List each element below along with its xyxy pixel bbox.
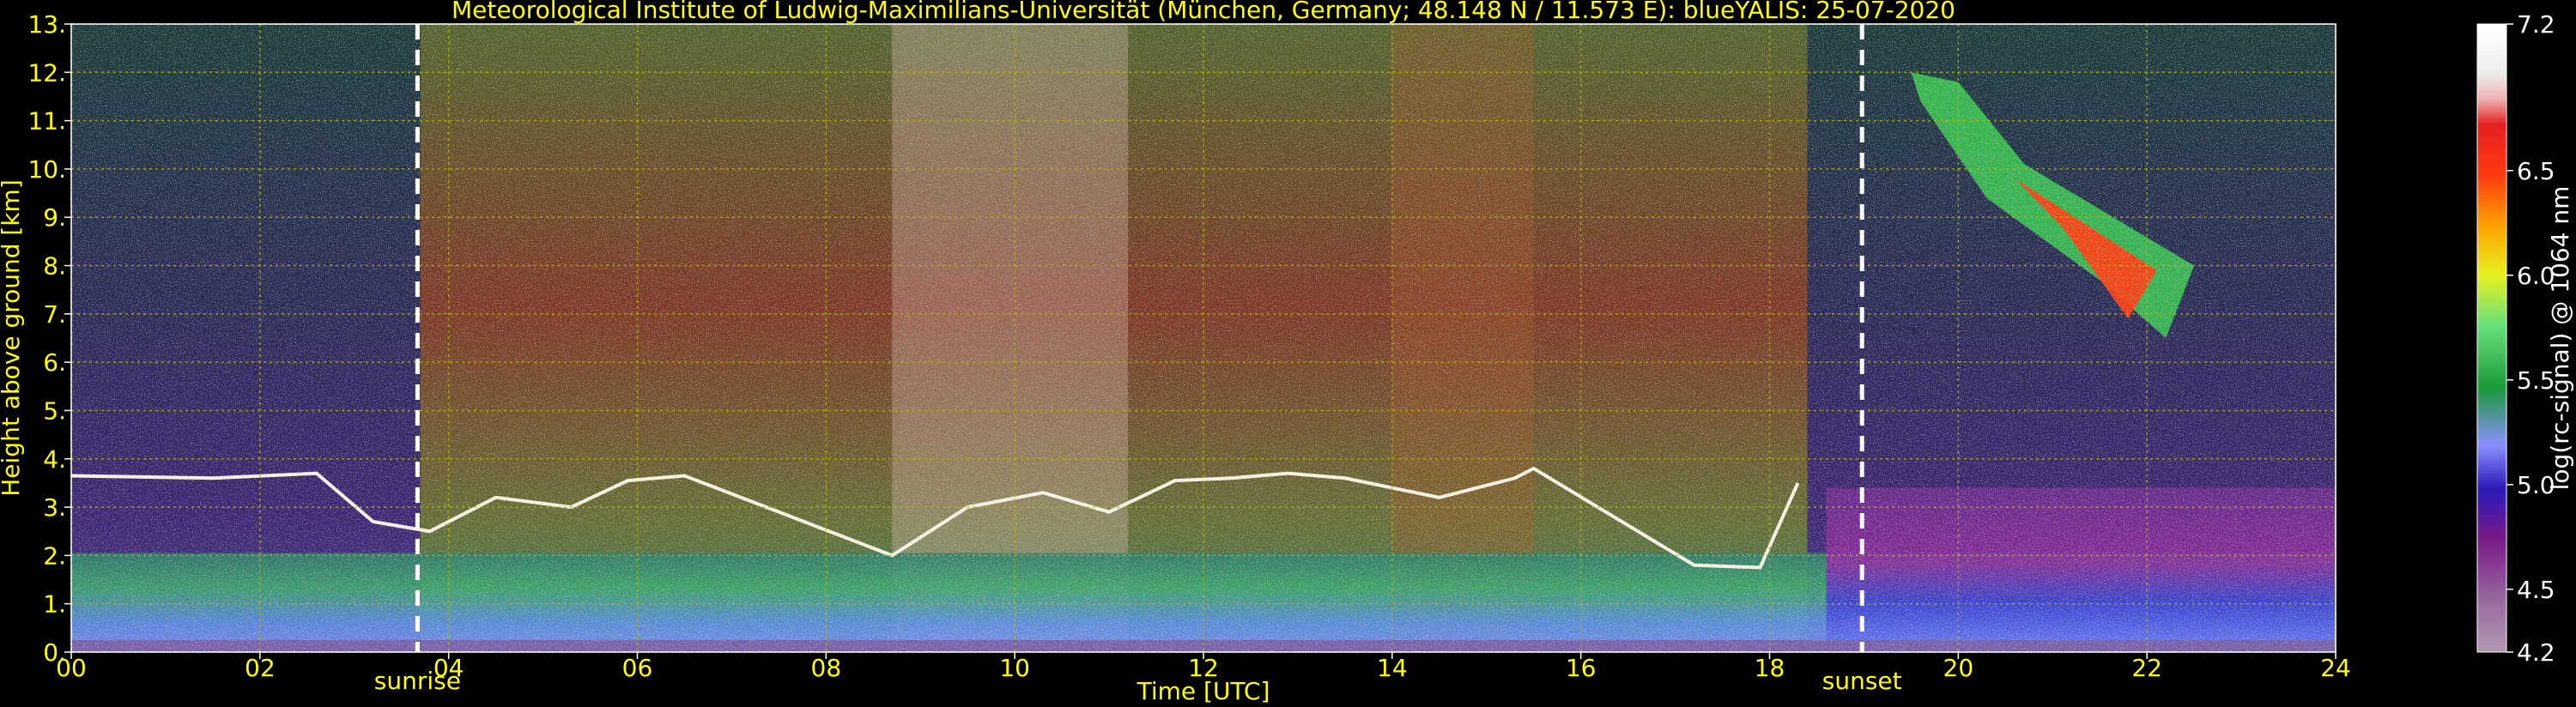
colorbar: 7.26.56.05.55.04.54.2 log(rc-signal) @ 1… [2476, 10, 2574, 667]
y-tick-label: 9. [43, 203, 66, 232]
x-tick-label: 10 [999, 654, 1030, 682]
x-tick-label: 18 [1755, 654, 1785, 682]
y-tick-label: 10. [27, 155, 66, 184]
colorbar-tick-label: 6.5 [2517, 157, 2555, 185]
colorbar-tick-label: 4.2 [2517, 638, 2555, 667]
x-axis-label: Time [UTC] [1136, 677, 1270, 705]
y-tick-label: 0. [43, 638, 66, 667]
chart-title: Meteorological Institute of Ludwig-Maxim… [452, 0, 1955, 24]
y-axis-label: Height above ground [km] [0, 179, 25, 497]
y-tick-label: 13. [27, 10, 66, 39]
lidar-figure: 00 02 04 06 08 10 12 14 16 18 20 22 24 0.1.2.3.4.5.6… [0, 0, 2574, 705]
y-tick-label: 3. [43, 493, 66, 522]
x-tick-label: 22 [2131, 654, 2162, 682]
sunrise-label: sunrise [374, 667, 461, 695]
plot-area [70, 23, 2337, 653]
x-tick-label: 06 [622, 654, 653, 682]
colorbar-gradient [2477, 24, 2506, 652]
y-tick-label: 6. [43, 348, 66, 377]
x-tick-label: 08 [811, 654, 842, 682]
y-tick-label: 11. [27, 107, 66, 136]
colorbar-label: log(rc-signal) @ 1064 nm [2546, 186, 2574, 491]
colorbar-tick-label: 7.2 [2517, 10, 2555, 39]
y-tick-label: 1. [43, 590, 66, 619]
x-tick-label: 20 [1943, 654, 1974, 682]
colorbar-tick-label: 4.5 [2517, 576, 2555, 604]
x-tick-label: 02 [245, 654, 276, 682]
y-tick-label: 2. [43, 541, 66, 570]
y-tick-label: 12. [27, 58, 66, 87]
sunset-label: sunset [1822, 667, 1902, 695]
y-tick-label: 7. [43, 300, 66, 329]
y-tick-label: 8. [43, 252, 66, 281]
x-tick-label: 16 [1566, 654, 1597, 682]
y-tick-label: 4. [43, 445, 66, 474]
y-axis-ticks: 0. 1. 2. 3. 4. 5. 6. 7. 8. 9. 10. 11. 12. 13. [27, 10, 71, 667]
x-tick-label: 14 [1377, 654, 1408, 682]
x-tick-label: 24 [2320, 654, 2351, 682]
y-tick-label: 5. [43, 396, 66, 425]
